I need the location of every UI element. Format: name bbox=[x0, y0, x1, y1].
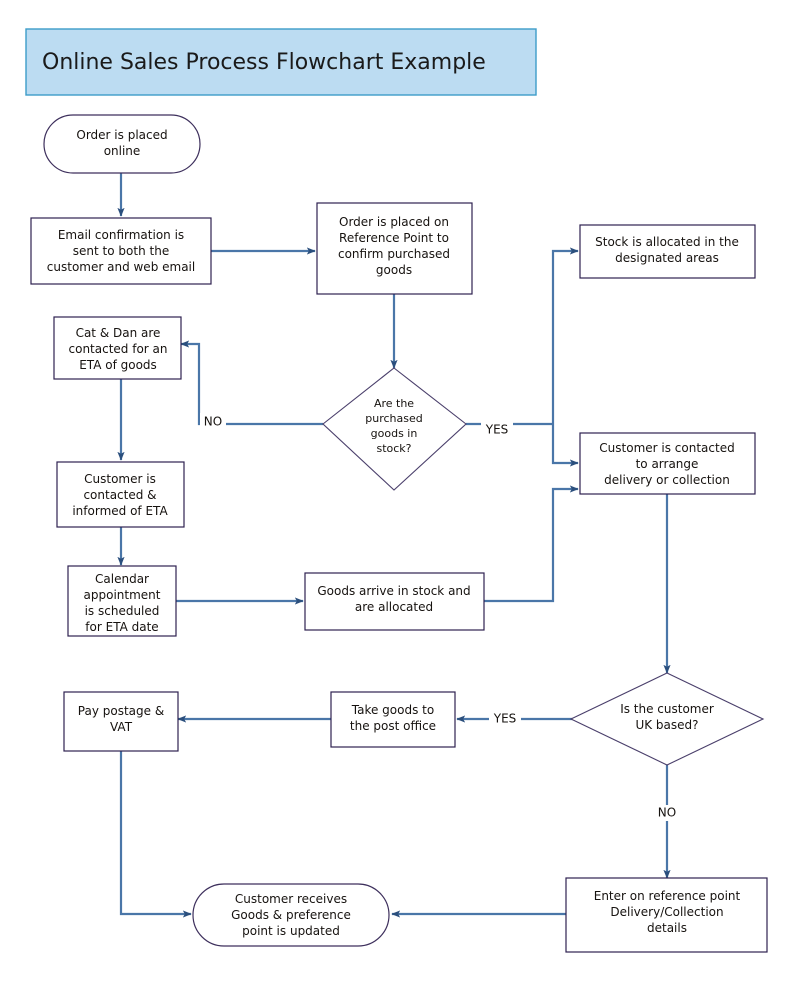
node-label-line: informed of ETA bbox=[72, 504, 168, 518]
node-label-line: goods bbox=[376, 263, 412, 277]
edge-yes-to-custcontact bbox=[551, 424, 579, 467]
edge-label-yes-stock: YES bbox=[485, 423, 509, 437]
node-order-reference-point[interactable]: Order is placed on Reference Point to co… bbox=[316, 202, 473, 295]
node-label-line: contacted for an bbox=[69, 342, 168, 356]
node-label-line: UK based? bbox=[635, 718, 698, 732]
node-label-line: Pay postage & bbox=[78, 704, 164, 718]
node-take-goods-post-office[interactable]: Take goods to the post office bbox=[330, 691, 456, 748]
node-label-line: are allocated bbox=[355, 600, 433, 614]
node-label-line: Order is placed bbox=[76, 128, 167, 142]
node-decision-uk-based[interactable]: Is the customer UK based? bbox=[569, 672, 765, 766]
node-label-line: Is the customer bbox=[620, 702, 714, 716]
node-label-line: Goods arrive in stock and bbox=[317, 584, 470, 598]
node-label-line: the post office bbox=[350, 719, 436, 733]
node-label-line: confirm purchased bbox=[338, 247, 450, 261]
node-label-line: Reference Point to bbox=[339, 231, 449, 245]
node-label-line: contacted & bbox=[83, 488, 156, 502]
edge-label-yes-uk: YES bbox=[493, 712, 517, 726]
node-label-line: Customer receives bbox=[235, 892, 347, 906]
node-customer-receives-goods[interactable]: Customer receives Goods & preference poi… bbox=[192, 883, 390, 947]
node-label-line: delivery or collection bbox=[604, 473, 730, 487]
node-email-confirmation[interactable]: Email confirmation is sent to both the c… bbox=[30, 217, 212, 285]
edge-postage-to-end bbox=[119, 751, 192, 918]
node-label-line: Email confirmation is bbox=[58, 228, 184, 242]
node-label-line: for ETA date bbox=[85, 620, 158, 634]
node-goods-arrive-stock[interactable]: Goods arrive in stock and are allocated bbox=[304, 572, 485, 631]
edge-instock-no-to-catdan bbox=[180, 340, 323, 426]
node-label-line: sent to both the bbox=[73, 244, 169, 258]
node-label-line: Delivery/Collection bbox=[610, 905, 723, 919]
node-label-line: Goods & preference bbox=[231, 908, 351, 922]
node-label-line: ETA of goods bbox=[79, 358, 157, 372]
node-label-line: appointment bbox=[84, 588, 161, 602]
edge-goodsarrive-to-custcontact bbox=[484, 485, 579, 603]
node-pay-postage-vat[interactable]: Pay postage & VAT bbox=[63, 691, 179, 752]
node-decision-goods-in-stock[interactable]: Are the purchased goods in stock? bbox=[322, 367, 467, 491]
node-label-line: Customer is contacted bbox=[599, 441, 734, 455]
node-label-line: designated areas bbox=[615, 251, 719, 265]
node-label-line: stock? bbox=[376, 442, 411, 455]
node-label-line: VAT bbox=[110, 720, 133, 734]
node-label-line: is scheduled bbox=[85, 604, 160, 618]
node-calendar-appointment[interactable]: Calendar appointment is scheduled for ET… bbox=[67, 565, 177, 637]
node-label-line: details bbox=[647, 921, 687, 935]
edge-label-no-uk: NO bbox=[658, 806, 676, 820]
node-label-line: point is updated bbox=[242, 924, 340, 938]
node-label-line: Take goods to bbox=[351, 703, 434, 717]
node-order-placed-online[interactable]: Order is placed online bbox=[43, 114, 201, 174]
diagram-title: Online Sales Process Flowchart Example bbox=[25, 28, 537, 96]
node-label-line: to arrange bbox=[636, 457, 699, 471]
node-label-line: Are the bbox=[374, 397, 414, 410]
node-stock-allocated[interactable]: Stock is allocated in the designated are… bbox=[579, 224, 756, 279]
node-label-line: goods in bbox=[371, 427, 418, 440]
node-customer-arrange-delivery[interactable]: Customer is contacted to arrange deliver… bbox=[579, 432, 756, 495]
node-customer-informed-eta[interactable]: Customer is contacted & informed of ETA bbox=[56, 461, 185, 528]
page-title: Online Sales Process Flowchart Example bbox=[42, 50, 486, 75]
edge-yes-to-stockalloc bbox=[551, 247, 579, 424]
edge-label-no-stock: NO bbox=[204, 415, 222, 429]
node-label-line: Stock is allocated in the bbox=[595, 235, 739, 249]
node-enter-reference-point[interactable]: Enter on reference point Delivery/Collec… bbox=[565, 877, 768, 953]
node-label-line: customer and web email bbox=[47, 260, 195, 274]
node-label-line: Order is placed on bbox=[339, 215, 449, 229]
flowchart-diagram: Online Sales Process Flowchart Example N… bbox=[0, 0, 800, 986]
node-cat-dan-eta[interactable]: Cat & Dan are contacted for an ETA of go… bbox=[53, 316, 182, 380]
node-label-line: Cat & Dan are bbox=[76, 326, 161, 340]
node-label-line: Customer is bbox=[84, 472, 156, 486]
node-label-line: purchased bbox=[365, 412, 422, 425]
node-label-line: online bbox=[104, 144, 141, 158]
node-label-line: Enter on reference point bbox=[594, 889, 741, 903]
node-label-line: Calendar bbox=[95, 572, 149, 586]
